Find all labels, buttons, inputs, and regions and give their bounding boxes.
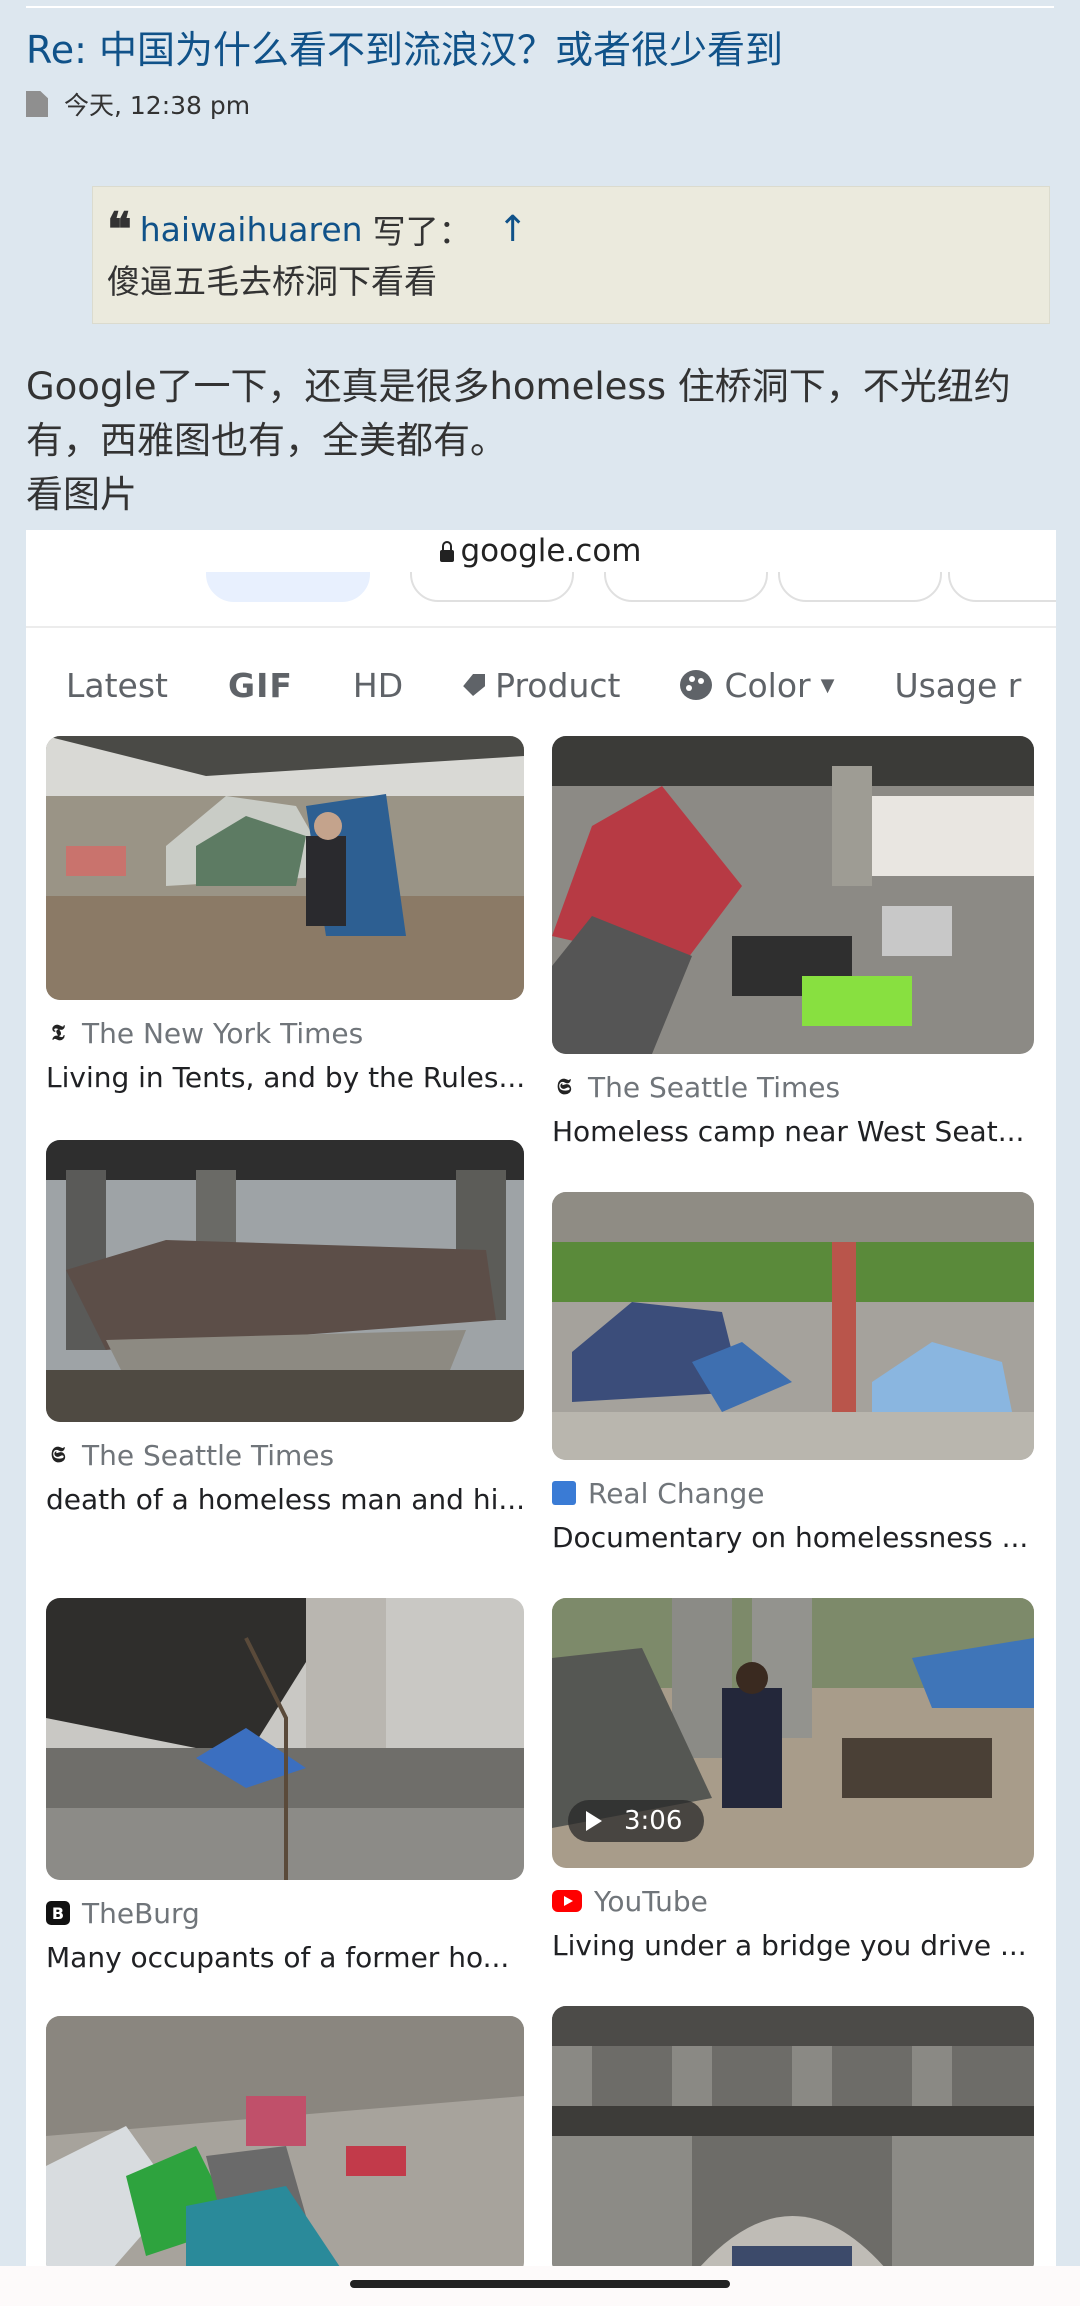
result-caption: Many occupants of a former ho... (46, 1941, 510, 1974)
quote-header: ❝ haiwaihuaren 写了： ↑ (107, 202, 528, 256)
file-icon (26, 91, 48, 117)
quote-icon: ❝ (107, 202, 132, 256)
image-result: 𝕾 The Seattle Times death of a homeless m… (46, 1140, 524, 1520)
result-source: 𝕾 The Seattle Times (552, 1070, 1034, 1104)
filter-color: Color ▼ (680, 666, 834, 705)
youtube-logo-icon (552, 1890, 582, 1912)
homeless-camp-photo (552, 736, 1034, 1054)
chip-row (26, 572, 1056, 602)
image-result (552, 2006, 1034, 2266)
result-thumbnail (46, 2016, 524, 2266)
tent-under-overpass-photo (46, 736, 524, 1000)
result-source: 𝕿 The New York Times (46, 1016, 524, 1050)
result-thumbnail (46, 1140, 524, 1422)
result-caption: Homeless camp near West Seat... (552, 1115, 1025, 1148)
tents-under-bridge-photo (552, 1192, 1034, 1460)
image-result: 𝕾 The Seattle Times Homeless camp near We… (552, 736, 1034, 1152)
image-result: 𝕿 The New York Times Living in Tents, and… (46, 736, 524, 1098)
image-result: Real Change Documentary on homelessness … (552, 1192, 1034, 1558)
palette-icon (680, 670, 713, 700)
chip (948, 572, 1056, 602)
gesture-bar (0, 2266, 1080, 2306)
seattle-times-logo-icon: 𝕾 (50, 1442, 66, 1468)
seattle-times-logo-icon: 𝕾 (556, 1074, 572, 1100)
result-caption: Living in Tents, and by the Rules... (46, 1061, 524, 1094)
quote-text: 傻逼五毛去桥洞下看看 (107, 262, 437, 301)
result-source: Real Change (552, 1476, 1034, 1510)
video-duration-badge: 3:06 (568, 1800, 705, 1842)
image-result[interactable]: 3:06 YouTube Living under a bridge you d… (552, 1598, 1034, 1966)
divider (26, 626, 1056, 628)
play-icon (586, 1811, 602, 1831)
nyt-logo-icon: 𝕿 (51, 1020, 65, 1046)
result-source: 𝕾 The Seattle Times (46, 1438, 524, 1472)
post-title[interactable]: Re: 中国为什么看不到流浪汉？或者很少看到 (26, 22, 1056, 78)
url-bar: google.com (26, 530, 1056, 572)
content-line: 有，西雅图也有，全美都有。 (26, 419, 507, 462)
real-change-logo-icon (552, 1481, 576, 1505)
post-meta: 今天, 12:38 pm (26, 84, 250, 124)
filter-usage: Usage r (894, 665, 1022, 705)
result-caption: Living under a bridge you drive ... (552, 1929, 1027, 1962)
content-line: 看图片 (26, 473, 137, 516)
quote-block: ❝ haiwaihuaren 写了： ↑ 傻逼五毛去桥洞下看看 (92, 186, 1050, 324)
home-indicator[interactable] (350, 2280, 730, 2288)
result-source: YouTube (552, 1884, 1034, 1918)
attached-screenshot[interactable]: google.com Latest GIF HD Product Color ▼ … (26, 530, 1056, 2266)
chevron-down-icon: ▼ (820, 674, 835, 696)
chip (410, 572, 574, 602)
encampment-under-bridge-photo (46, 1598, 524, 1880)
content-line: Google了一下，还真是很多homeless 住桥洞下，不光纽约 (26, 365, 1011, 408)
result-thumbnail (552, 1192, 1034, 1460)
filter-latest: Latest (66, 665, 168, 705)
chip (778, 572, 942, 602)
result-caption: death of a homeless man and hi... (46, 1483, 524, 1516)
quote-wrote-label: 写了： (372, 212, 472, 251)
result-thumbnail (46, 1598, 524, 1880)
chip (604, 572, 768, 602)
post-content: Google了一下，还真是很多homeless 住桥洞下，不光纽约 有，西雅图也… (26, 360, 1056, 522)
image-result (46, 2016, 524, 2266)
result-thumbnail (552, 736, 1034, 1054)
tag-icon (463, 674, 486, 696)
jump-to-quote-arrow-icon[interactable]: ↑ (498, 209, 528, 250)
lock-icon (440, 541, 455, 562)
tents-cluster-photo (46, 2016, 524, 2266)
result-source: B TheBurg (46, 1896, 524, 1930)
top-divider (26, 6, 1054, 8)
quote-author-link[interactable]: haiwaihuaren (140, 210, 363, 249)
filter-bar: Latest GIF HD Product Color ▼ Usage r (66, 658, 1056, 712)
chip (206, 572, 370, 602)
video-thumbnail[interactable]: 3:06 (552, 1598, 1034, 1868)
image-result: B TheBurg Many occupants of a former ho..… (46, 1598, 524, 1978)
result-caption: Documentary on homelessness ... (552, 1521, 1029, 1554)
theburg-logo-icon: B (46, 1901, 70, 1925)
result-thumbnail (46, 736, 524, 1000)
result-thumbnail (552, 2006, 1034, 2266)
boat-shelter-photo (46, 1140, 524, 1422)
filter-hd: HD (352, 665, 404, 705)
filter-product: Product (463, 666, 620, 705)
bridge-underside-photo (552, 2006, 1034, 2266)
post-time: 今天, 12:38 pm (64, 91, 251, 120)
filter-gif: GIF (227, 665, 293, 705)
url-text: google.com (460, 533, 642, 569)
